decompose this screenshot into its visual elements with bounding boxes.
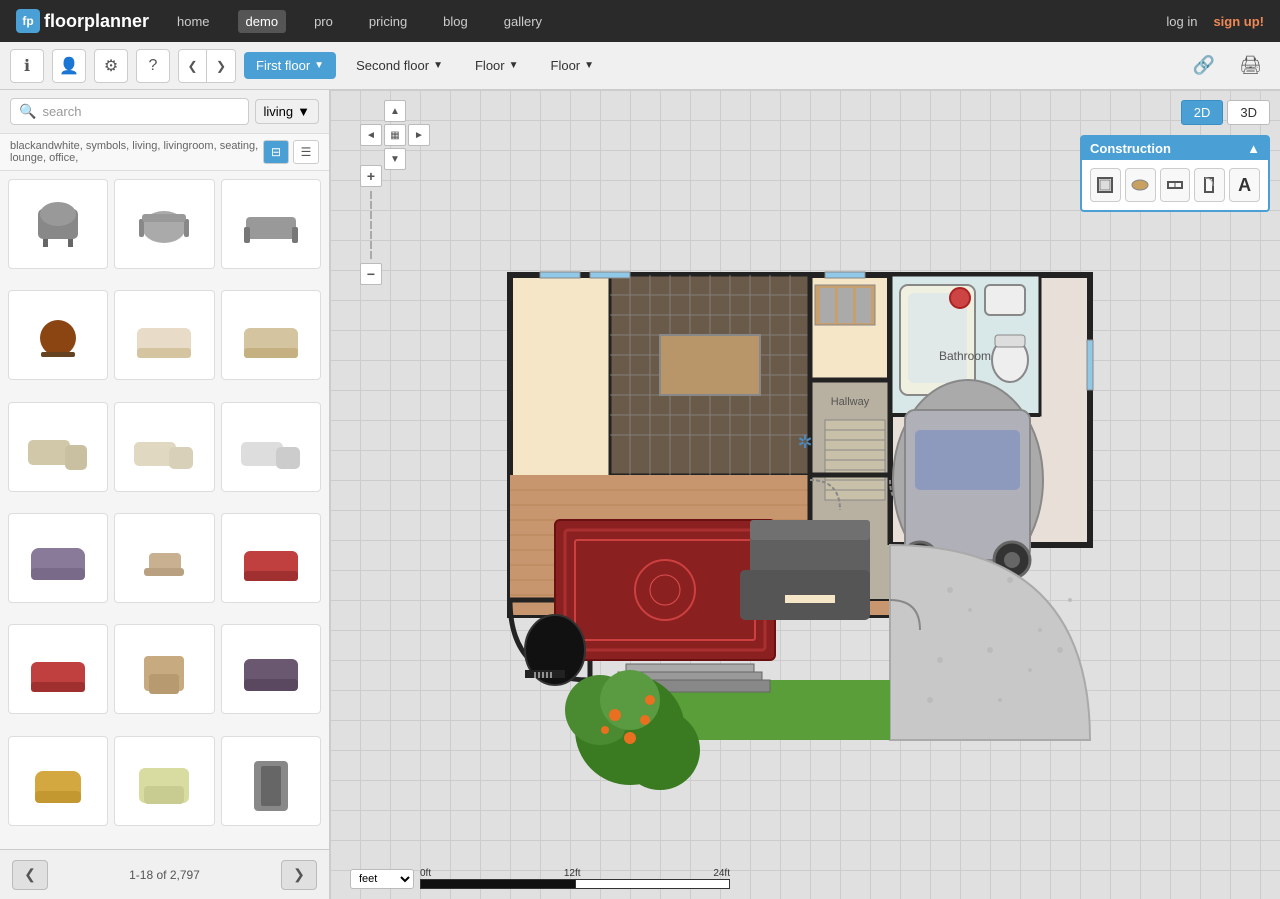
floor3-dropdown-arrow: ▼	[509, 60, 519, 71]
settings-button[interactable]: ⚙	[94, 49, 128, 83]
list-item[interactable]	[114, 179, 214, 269]
list-item[interactable]	[8, 736, 108, 826]
floor2-dropdown-arrow: ▼	[433, 60, 443, 71]
scale-bar: feet meters 0ft 12ft 24ft	[350, 868, 730, 889]
nav-blog[interactable]: blog	[435, 10, 476, 33]
prev-page-button[interactable]: ❮	[12, 860, 48, 890]
list-item[interactable]	[221, 736, 321, 826]
search-category-dropdown[interactable]: living ▼	[255, 99, 320, 124]
floor-dropdown-arrow: ▼	[314, 60, 324, 71]
construction-collapse-icon[interactable]: ▲	[1247, 141, 1260, 156]
nav-demo[interactable]: demo	[238, 10, 287, 33]
sidebar-footer: ❮ 1-18 of 2,797 ❯	[0, 849, 329, 899]
list-item[interactable]	[114, 736, 214, 826]
login-link[interactable]: log in	[1166, 14, 1197, 29]
print-button[interactable]: 🖨	[1231, 51, 1270, 80]
pan-down-button[interactable]: ▼	[384, 148, 406, 170]
help-button[interactable]: ?	[136, 49, 170, 83]
zoom-controls: + −	[360, 165, 382, 285]
share-button[interactable]: 🔗	[1185, 51, 1223, 80]
canvas-area[interactable]: 2D 3D Construction ▲	[330, 90, 1280, 899]
search-icon: 🔍	[19, 103, 36, 120]
windows-tool-button[interactable]	[1160, 168, 1191, 202]
floor3-tab[interactable]: Floor ▼	[463, 52, 531, 79]
search-input[interactable]	[42, 104, 239, 119]
grid-view-button[interactable]: ⊟	[263, 140, 289, 164]
first-floor-tab[interactable]: First floor ▼	[244, 52, 336, 79]
list-item[interactable]	[8, 290, 108, 380]
next-page-button[interactable]: ❯	[281, 860, 317, 890]
nav-pricing[interactable]: pricing	[361, 10, 415, 33]
pan-right-button[interactable]: ►	[408, 124, 430, 146]
construction-tools: A	[1082, 160, 1268, 210]
top-nav: fp floorplanner home demo pro pricing bl…	[0, 0, 1280, 42]
category-arrow: ▼	[297, 104, 310, 119]
list-view-button[interactable]: ☰	[293, 140, 319, 164]
nav-home[interactable]: home	[169, 10, 218, 33]
list-item[interactable]	[221, 513, 321, 603]
construction-panel: Construction ▲ A	[1080, 135, 1270, 212]
2d-view-button[interactable]: 2D	[1181, 100, 1224, 125]
walls-tool-button[interactable]	[1090, 168, 1121, 202]
sidebar: 🔍 living ▼ blackandwhite, symbols, livin…	[0, 90, 330, 899]
info-button[interactable]: ℹ	[10, 49, 44, 83]
user-button[interactable]: 👤	[52, 49, 86, 83]
forward-button[interactable]: ❯	[207, 50, 235, 82]
scale-visual: 0ft 12ft 24ft	[420, 868, 730, 889]
list-item[interactable]	[8, 513, 108, 603]
floor4-tab[interactable]: Floor ▼	[539, 52, 607, 79]
navigation-controls: ▲ ◄ ▦ ► ▼	[360, 100, 430, 170]
toolbar: ℹ 👤 ⚙ ? ❮ ❯ First floor ▼ Second floor ▼…	[0, 42, 1280, 90]
nav-right: log in sign up!	[1166, 14, 1264, 29]
items-grid	[0, 171, 329, 849]
pan-up-button[interactable]: ▲	[384, 100, 406, 122]
list-item[interactable]	[8, 624, 108, 714]
scale-labels: 0ft 12ft 24ft	[420, 868, 730, 879]
logo-text: floorplanner	[44, 11, 149, 32]
svg-text:Hallway: Hallway	[831, 396, 870, 408]
floorplan: Kitchen Bathroom Hallway Living Garage ✲	[390, 140, 1150, 823]
list-item[interactable]	[8, 402, 108, 492]
zoom-in-button[interactable]: +	[360, 165, 382, 187]
list-item[interactable]	[221, 290, 321, 380]
back-button[interactable]: ❮	[179, 50, 207, 82]
3d-view-button[interactable]: 3D	[1227, 100, 1270, 125]
list-item[interactable]	[114, 402, 214, 492]
doors-tool-button[interactable]	[1194, 168, 1225, 202]
list-item[interactable]	[221, 179, 321, 269]
units-select[interactable]: feet meters	[350, 869, 414, 889]
list-item[interactable]	[221, 402, 321, 492]
construction-header: Construction ▲	[1082, 137, 1268, 160]
pan-center-button[interactable]: ▦	[384, 124, 406, 146]
pagination-info: 1-18 of 2,797	[129, 868, 200, 882]
floors-tool-button[interactable]	[1125, 168, 1156, 202]
main-layout: 🔍 living ▼ blackandwhite, symbols, livin…	[0, 90, 1280, 899]
logo-icon: fp	[16, 9, 40, 33]
list-item[interactable]	[114, 290, 214, 380]
svg-text:Bathroom: Bathroom	[939, 349, 991, 363]
signup-link[interactable]: sign up!	[1213, 14, 1264, 29]
view-toggle: ⊟ ☰	[263, 140, 319, 164]
svg-text:✲: ✲	[797, 432, 812, 452]
text-tool-button[interactable]: A	[1229, 168, 1260, 202]
floor4-dropdown-arrow: ▼	[584, 60, 594, 71]
list-item[interactable]	[114, 624, 214, 714]
zoom-out-button[interactable]: −	[360, 263, 382, 285]
search-bar: 🔍 living ▼	[0, 90, 329, 134]
logo[interactable]: fp floorplanner	[16, 9, 149, 33]
list-item[interactable]	[8, 179, 108, 269]
search-tags: blackandwhite, symbols, living, livingro…	[0, 134, 329, 171]
view-mode-controls: 2D 3D	[1181, 100, 1270, 125]
history-nav: ❮ ❯	[178, 49, 236, 83]
nav-pro[interactable]: pro	[306, 10, 341, 33]
pan-left-button[interactable]: ◄	[360, 124, 382, 146]
list-item[interactable]	[114, 513, 214, 603]
second-floor-tab[interactable]: Second floor ▼	[344, 52, 455, 79]
list-item[interactable]	[221, 624, 321, 714]
nav-gallery[interactable]: gallery	[496, 10, 550, 33]
search-input-wrapper: 🔍	[10, 98, 249, 125]
